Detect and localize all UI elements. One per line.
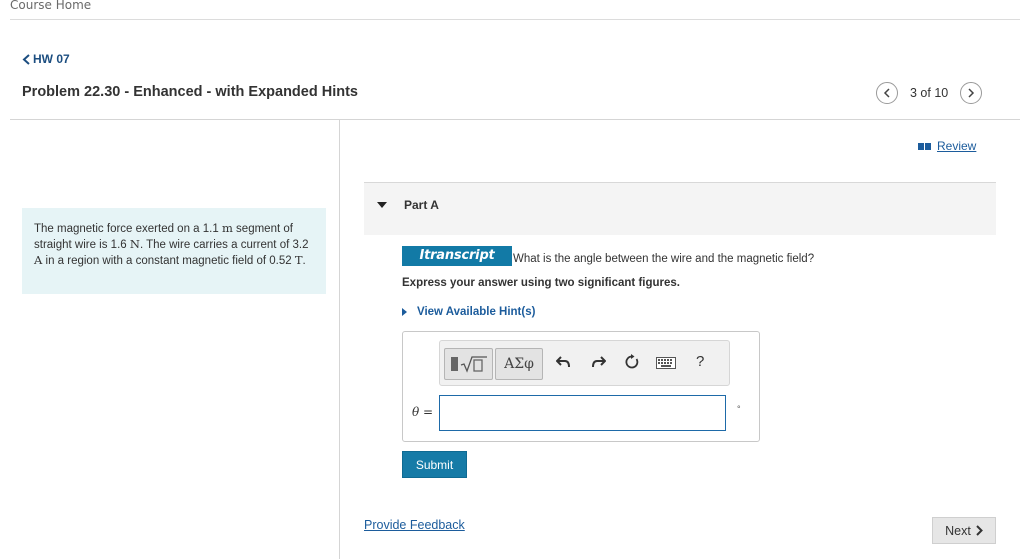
reset-icon[interactable]	[624, 354, 640, 370]
next-problem-button[interactable]	[960, 82, 983, 104]
back-link-label: HW 07	[33, 52, 70, 66]
caret-down-icon[interactable]	[377, 202, 387, 209]
templates-icon	[450, 356, 487, 373]
answer-input[interactable]	[439, 395, 726, 431]
transcript-badge: Itranscript	[402, 246, 512, 266]
undo-icon[interactable]	[556, 355, 570, 369]
problem-pager: 3 of 10	[876, 82, 983, 104]
question-text: What is the angle between the wire and t…	[513, 253, 815, 265]
course-home-link[interactable]: Course Home	[10, 0, 91, 12]
next-label: Next	[945, 523, 971, 538]
view-hints-link[interactable]: View Available Hint(s)	[402, 306, 535, 318]
degree-unit: °	[737, 404, 741, 414]
problem-counter: 3 of 10	[910, 86, 949, 100]
chevron-left-icon	[883, 88, 890, 98]
top-divider	[10, 19, 1020, 20]
templates-button[interactable]	[444, 348, 493, 380]
chevron-right-icon	[976, 525, 983, 536]
review-link[interactable]: Review	[918, 139, 976, 153]
answer-variable-label: θ =	[412, 405, 434, 419]
book-icon	[918, 142, 931, 150]
previous-problem-button[interactable]	[876, 82, 898, 104]
caret-right-icon	[402, 308, 407, 316]
help-icon[interactable]: ?	[696, 353, 704, 370]
back-to-assignment-link[interactable]: HW 07	[22, 52, 70, 66]
review-label: Review	[937, 139, 977, 153]
redo-icon[interactable]	[592, 355, 606, 369]
header-divider	[10, 119, 1020, 120]
part-a-label: Part A	[404, 198, 439, 212]
equation-toolbar: ΑΣφ ?	[439, 340, 730, 386]
submit-button[interactable]: Submit	[402, 451, 467, 478]
answer-instructions: Express your answer using two significan…	[402, 277, 680, 289]
page-title: Problem 22.30 - Enhanced - with Expanded…	[22, 84, 358, 100]
view-hints-label: View Available Hint(s)	[417, 306, 536, 318]
chevron-left-icon	[22, 53, 30, 65]
provide-feedback-link[interactable]: Provide Feedback	[364, 518, 465, 532]
greek-symbols-button[interactable]: ΑΣφ	[495, 348, 543, 380]
next-button[interactable]: Next	[932, 517, 996, 544]
keyboard-icon[interactable]	[656, 357, 676, 369]
chevron-right-icon	[968, 88, 975, 98]
part-a-header[interactable]	[364, 183, 996, 235]
column-divider	[339, 120, 340, 559]
problem-statement: The magnetic force exerted on a 1.1 m se…	[22, 208, 326, 294]
